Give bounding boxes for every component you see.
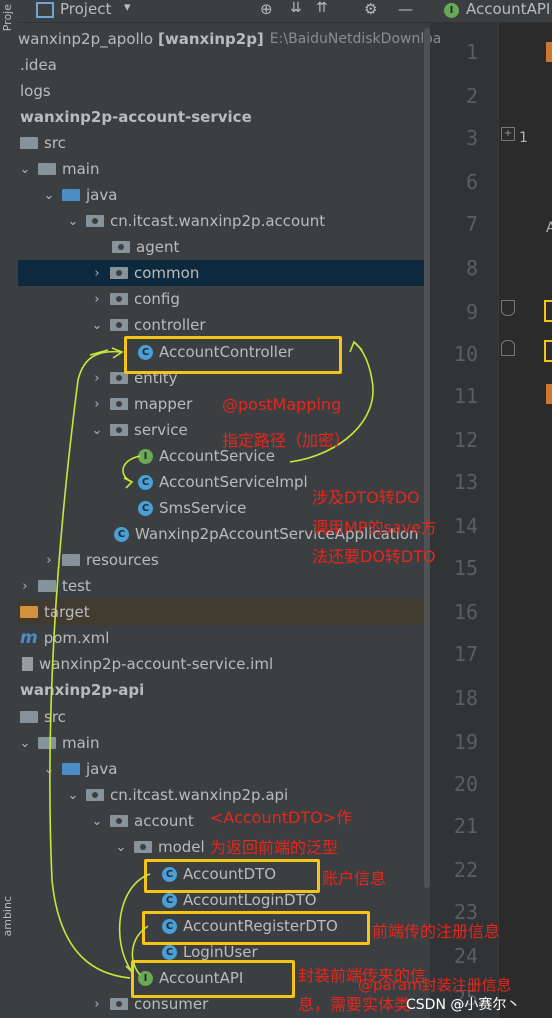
annotation-dto-convert: 涉及DTO转DO: [312, 488, 420, 507]
arrow-api-to-controller: [49, 350, 131, 979]
watermark: CSDN @小赛尔丶: [406, 997, 521, 1013]
annotation-param-note: @param封装注册信息: [358, 976, 512, 994]
annotation-mp-save-2: 法还要DO转DTO: [312, 547, 436, 566]
arrow-dto-to-api: [118, 873, 151, 973]
annotation-generic-2: 为返回前端的泛型: [210, 838, 339, 857]
annotation-register-info: 前端传的注册信息: [372, 922, 501, 941]
annotation-path-encrypt: 指定路径（加密）: [222, 431, 351, 450]
annotation-generic-1: <AccountDTO>作: [210, 808, 353, 827]
annotation-mp-save-1: 调用MP的save方: [312, 518, 437, 537]
annotation-post-mapping: @postMapping: [222, 395, 342, 414]
annotation-arrows: [49, 340, 374, 979]
arrow-register-to-api: [131, 925, 149, 976]
annotation-account-info: 账户信息: [322, 869, 387, 888]
